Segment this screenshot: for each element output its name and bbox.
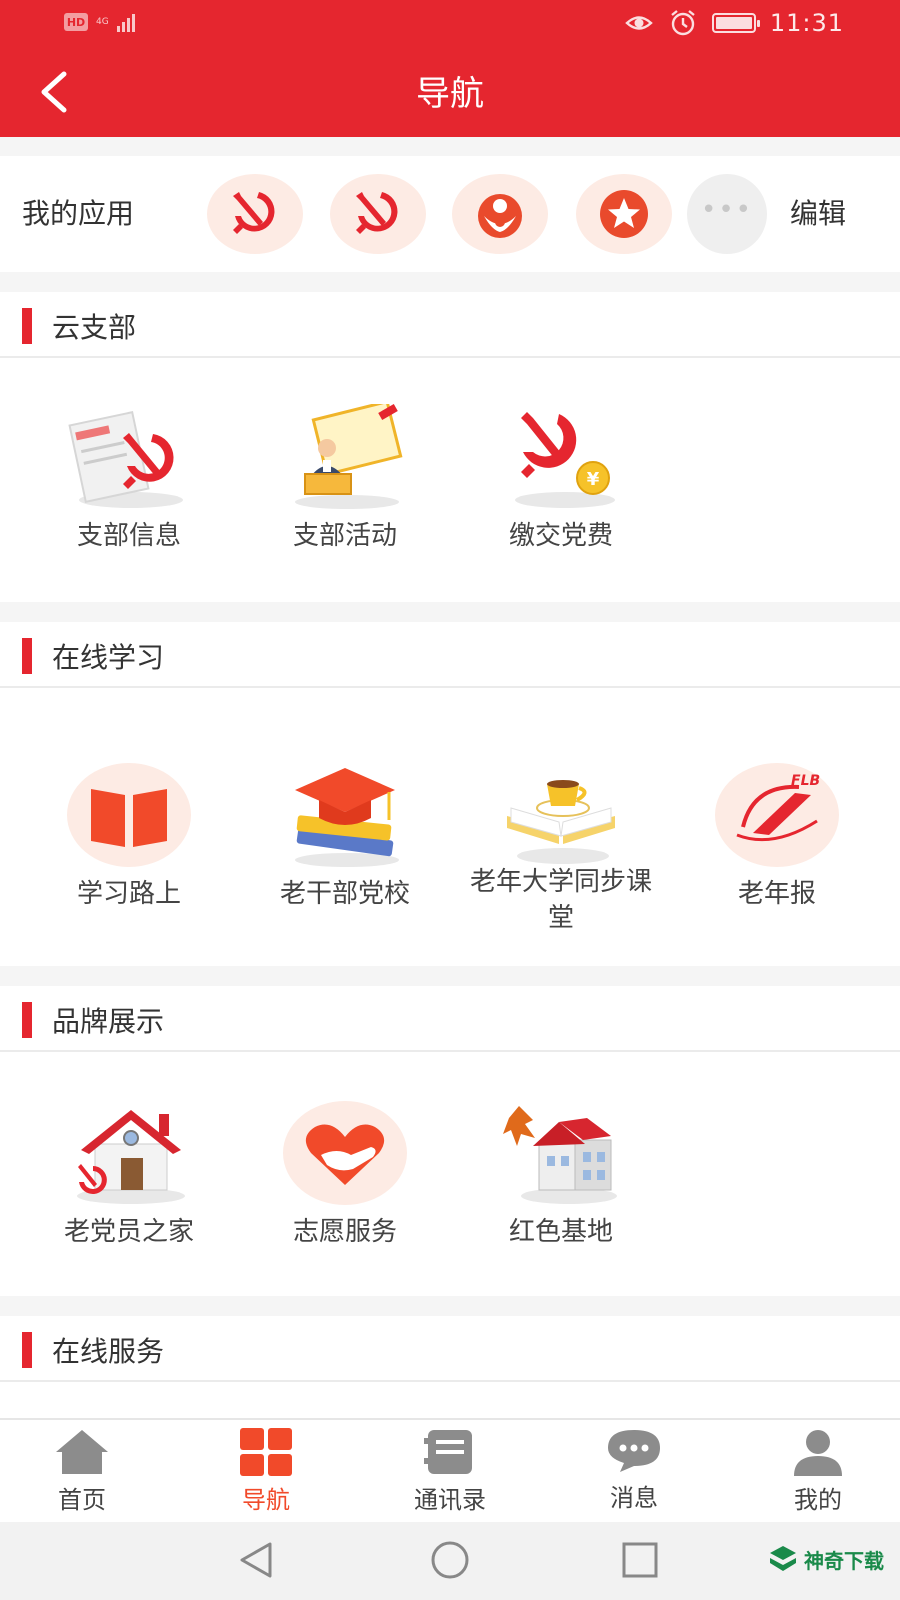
section-header: 在线服务 xyxy=(0,1316,900,1382)
clock: 11:31 xyxy=(769,9,844,37)
header: HD 4G 11:31 导航 xyxy=(0,0,900,137)
open-book-coffee-icon xyxy=(507,780,615,864)
item-label: 老干部党校 xyxy=(279,879,410,909)
newspaper-logo-icon: FLB xyxy=(715,763,839,867)
user-icon xyxy=(794,1430,842,1476)
item-label: 志愿服务 xyxy=(292,1217,397,1247)
tab-me[interactable]: 我的 xyxy=(758,1428,878,1515)
item-party-fee[interactable]: ¥ 缴交党费 xyxy=(456,402,666,554)
page-title: 导航 xyxy=(416,74,484,114)
section-header: 云支部 xyxy=(0,292,900,358)
section-accent-bar xyxy=(22,1002,32,1038)
item-label: 支部活动 xyxy=(292,521,397,551)
item-label: 老党员之家 xyxy=(63,1217,194,1247)
watermark: 神奇下载 xyxy=(768,1544,884,1574)
item-label: 缴交党费 xyxy=(508,521,613,551)
section-online-service: 在线服务 xyxy=(0,1316,900,1418)
my-app-party-2[interactable] xyxy=(330,174,426,254)
section-accent-bar xyxy=(22,638,32,674)
grid-icon xyxy=(240,1428,292,1476)
my-app-more[interactable]: ••• xyxy=(687,174,767,254)
signal-icon xyxy=(116,12,135,32)
book-icon xyxy=(67,763,191,867)
status-bar: HD 4G 11:31 xyxy=(0,0,900,48)
item-senior-university[interactable]: 老年大学同步课堂 xyxy=(456,760,666,936)
item-senior-newspaper[interactable]: FLB 老年报 xyxy=(672,760,882,912)
item-label: 老年报 xyxy=(737,879,816,909)
tab-label: 首页 xyxy=(58,1486,106,1514)
star-icon xyxy=(600,190,648,238)
section-title: 在线服务 xyxy=(52,1335,165,1368)
tab-label: 消息 xyxy=(610,1484,658,1512)
tab-label: 我的 xyxy=(794,1486,842,1514)
building-icon xyxy=(503,1106,617,1204)
section-brand-display: 品牌展示 老党员之家 志愿服务 红色基地 xyxy=(0,986,900,1296)
section-title: 云支部 xyxy=(52,311,137,344)
tab-contacts[interactable]: 通讯录 xyxy=(390,1428,510,1515)
contacts-icon xyxy=(424,1430,472,1474)
tab-label: 导航 xyxy=(242,1486,290,1514)
heart-hand-icon xyxy=(283,1101,407,1205)
people-icon xyxy=(478,194,522,238)
alarm-icon xyxy=(671,10,695,36)
party-fee-icon: ¥ xyxy=(515,412,615,508)
section-header: 品牌展示 xyxy=(0,986,900,1052)
item-old-member-home[interactable]: 老党员之家 xyxy=(24,1098,234,1250)
item-red-base[interactable]: 红色基地 xyxy=(456,1098,666,1250)
edit-button[interactable]: 编辑 xyxy=(790,192,846,232)
nav-back-icon[interactable] xyxy=(236,1540,276,1580)
tab-messages[interactable]: 消息 xyxy=(574,1428,694,1513)
watermark-text: 神奇下载 xyxy=(804,1548,884,1573)
item-volunteer-service[interactable]: 志愿服务 xyxy=(240,1098,450,1250)
section-accent-bar xyxy=(22,1332,32,1368)
item-branch-activity[interactable]: 支部活动 xyxy=(240,402,450,554)
tab-home[interactable]: 首页 xyxy=(22,1428,142,1515)
section-cloud-branch: 云支部 支部信息 支部活动 ¥ 缴交党费 xyxy=(0,292,900,602)
hammer-sickle-icon xyxy=(233,192,275,234)
battery-icon xyxy=(711,13,760,33)
section-accent-bar xyxy=(22,308,32,344)
hd-badge: HD xyxy=(64,13,88,31)
message-icon xyxy=(608,1430,660,1472)
item-branch-info[interactable]: 支部信息 xyxy=(24,402,234,554)
section-title: 在线学习 xyxy=(52,641,165,674)
bottom-tab-bar: 首页 导航 通讯录 消息 我的 xyxy=(0,1418,900,1522)
watermark-logo-icon xyxy=(770,1546,796,1571)
svg-text:¥: ¥ xyxy=(587,469,600,490)
tab-navigation[interactable]: 导航 xyxy=(206,1428,326,1515)
eye-icon xyxy=(625,16,653,30)
svg-text:FLB: FLB xyxy=(791,773,820,789)
branch-info-icon xyxy=(68,411,183,508)
section-title: 品牌展示 xyxy=(52,1005,165,1038)
my-app-party[interactable] xyxy=(207,174,303,254)
item-cadre-school[interactable]: 老干部党校 xyxy=(240,760,450,912)
hammer-sickle-icon xyxy=(356,192,398,234)
my-app-star[interactable] xyxy=(576,174,672,254)
network-type: 4G xyxy=(96,16,109,27)
item-label: 支部信息 xyxy=(76,521,181,551)
item-label: 红色基地 xyxy=(508,1217,613,1247)
branch-activity-icon xyxy=(295,404,403,509)
more-icon: ••• xyxy=(700,195,753,225)
graduation-cap-icon xyxy=(295,768,399,867)
item-label: 学习路上 xyxy=(76,879,181,909)
system-nav-bar: 神奇下载 xyxy=(0,1522,900,1600)
house-icon xyxy=(77,1110,185,1204)
home-icon xyxy=(56,1430,108,1474)
my-apps-row: 我的应用 ••• 编辑 xyxy=(0,156,900,272)
nav-recents-icon[interactable] xyxy=(620,1540,660,1580)
tab-label: 通讯录 xyxy=(414,1486,486,1514)
nav-home-icon[interactable] xyxy=(428,1540,472,1580)
my-app-people[interactable] xyxy=(452,174,548,254)
my-apps-label: 我的应用 xyxy=(22,197,135,230)
section-header: 在线学习 xyxy=(0,622,900,688)
item-study-road[interactable]: 学习路上 xyxy=(24,760,234,912)
section-online-learning: 在线学习 学习路上 老干部党校 老年大学同步课堂 FLB 老年报 xyxy=(0,622,900,966)
item-label: 老年大学同步课堂 xyxy=(469,867,652,933)
